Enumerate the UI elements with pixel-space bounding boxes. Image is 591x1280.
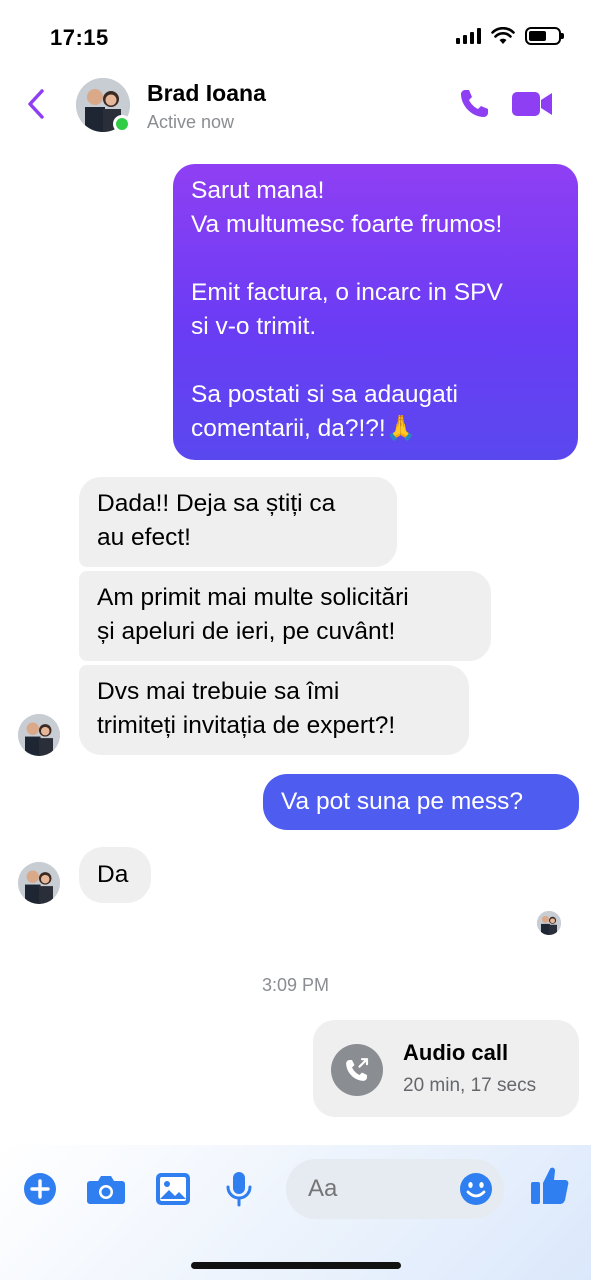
status-bar: 17:15: [0, 0, 591, 70]
plus-icon[interactable]: [20, 1169, 60, 1209]
camera-icon[interactable]: [86, 1169, 126, 1209]
message-line: Va multumesc foarte frumos!: [191, 211, 503, 238]
message-line: Sa postati si sa adaugati: [191, 381, 458, 408]
phone-icon[interactable]: [456, 86, 492, 122]
message-line: Va pot suna pe mess?: [281, 788, 523, 815]
thumbs-up-icon[interactable]: [530, 1165, 570, 1205]
message-line: Sarut mana!: [191, 177, 325, 204]
incoming-message[interactable]: Dvs mai trebuie sa îmi trimiteți invitaț…: [79, 665, 469, 755]
message-composer: [0, 1145, 591, 1280]
gallery-icon[interactable]: [153, 1169, 193, 1209]
message-line: Emit factura, o incarc in SPV: [191, 279, 503, 306]
back-chevron-icon[interactable]: [22, 86, 52, 122]
message-line: Dvs mai trebuie sa îmi: [97, 678, 340, 705]
incoming-message[interactable]: Da: [79, 847, 151, 903]
home-indicator: [191, 1262, 401, 1269]
read-receipt-avatar: [537, 911, 561, 935]
audio-call-card[interactable]: Audio call 20 min, 17 secs: [313, 1020, 579, 1117]
incoming-message[interactable]: Dada!! Deja sa știți ca au efect!: [79, 477, 397, 567]
message-input-box[interactable]: [286, 1159, 504, 1219]
audio-call-icon: [331, 1044, 383, 1096]
message-timestamp: 3:09 PM: [261, 975, 330, 995]
conversation-header: Brad Ioana Active now: [0, 70, 591, 140]
message-input[interactable]: [308, 1175, 448, 1203]
call-title: Audio call: [403, 1040, 509, 1065]
cellular-signal-icon: [456, 28, 481, 44]
message-line: trimiteți invitația de expert?!: [97, 712, 396, 739]
message-line: Am primit mai multe solicitări: [97, 584, 409, 611]
emoji-icon[interactable]: [458, 1171, 494, 1207]
battery-icon: [525, 27, 564, 45]
sender-avatar[interactable]: [18, 862, 60, 904]
message-line: si v-o trimit.: [191, 313, 317, 340]
outgoing-message[interactable]: Sarut mana! Va multumesc foarte frumos! …: [173, 164, 578, 460]
sender-avatar[interactable]: [18, 714, 60, 756]
video-camera-icon[interactable]: [510, 88, 554, 120]
status-time: 17:15: [50, 25, 109, 50]
status-icons: [456, 27, 564, 45]
message-line: și apeluri de ieri, pe cuvânt!: [97, 618, 396, 645]
message-line: Da: [97, 861, 129, 888]
microphone-icon[interactable]: [219, 1169, 259, 1209]
message-line: Dada!! Deja sa știți ca: [97, 490, 336, 517]
incoming-message[interactable]: Am primit mai multe solicitări și apelur…: [79, 571, 491, 661]
outgoing-message[interactable]: Va pot suna pe mess?: [263, 774, 579, 830]
message-line: au efect!: [97, 524, 191, 551]
wifi-icon: [491, 27, 515, 44]
active-status-dot: [113, 115, 131, 133]
contact-name[interactable]: Brad Ioana: [147, 80, 266, 107]
call-duration: 20 min, 17 secs: [403, 1075, 537, 1096]
contact-status: Active now: [147, 112, 235, 132]
message-line: comentarii, da?!?!🙏: [191, 415, 417, 442]
